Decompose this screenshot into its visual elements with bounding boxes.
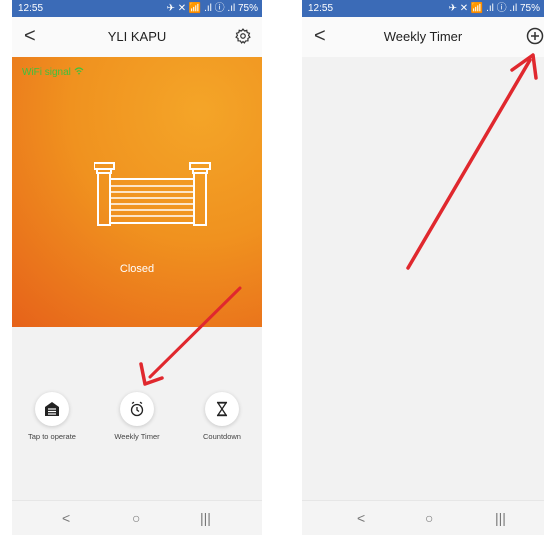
status-icons: ✈ ✕ 📶 .ıl ⓘ .ıl 75%	[166, 3, 258, 14]
countdown-button[interactable]: Countdown	[182, 392, 262, 441]
page-title: Weekly Timer	[383, 29, 463, 44]
gate-status-panel: WiFi signal Closed	[12, 57, 262, 327]
wifi-signal: WiFi signal	[22, 67, 84, 78]
app-bar: < Weekly Timer	[302, 17, 544, 57]
hourglass-icon	[205, 392, 239, 426]
system-nav-bar: < ○ |||	[12, 500, 262, 535]
wifi-label: WiFi signal	[22, 67, 71, 78]
status-time: 12:55	[18, 3, 44, 14]
status-icons: ✈ ✕ 📶 .ıl ⓘ .ıl 75%	[448, 3, 540, 14]
status-bar: 12:55 ✈ ✕ 📶 .ıl ⓘ .ıl 75%	[12, 0, 262, 17]
weekly-timer-button[interactable]: Weekly Timer	[97, 392, 177, 441]
page-title: YLI KAPU	[107, 29, 167, 44]
gate-state-label: Closed	[119, 263, 155, 275]
gear-icon[interactable]	[234, 27, 252, 50]
nav-recents-button[interactable]: |||	[200, 501, 211, 535]
add-timer-button[interactable]	[526, 27, 544, 50]
right-screen: 12:55 ✈ ✕ 📶 .ıl ⓘ .ıl 75% < Weekly Timer…	[302, 0, 544, 535]
system-nav-bar: < ○ |||	[302, 500, 544, 535]
plus-circle-icon	[526, 27, 544, 45]
nav-back-button[interactable]: <	[62, 501, 70, 535]
status-bar: 12:55 ✈ ✕ 📶 .ıl ⓘ .ıl 75%	[302, 0, 544, 17]
nav-home-button[interactable]: ○	[425, 501, 433, 535]
tap-to-operate-label: Tap to operate	[28, 432, 76, 441]
nav-recents-button[interactable]: |||	[495, 501, 506, 535]
gate-icon	[93, 157, 212, 227]
countdown-label: Countdown	[203, 432, 241, 441]
wifi-icon	[74, 67, 84, 78]
left-screen: 12:55 ✈ ✕ 📶 .ıl ⓘ .ıl 75% < YLI KAPU WiF…	[12, 0, 262, 535]
clock-icon	[120, 392, 154, 426]
garage-icon	[35, 392, 69, 426]
tap-to-operate-button[interactable]: Tap to operate	[12, 392, 92, 441]
app-bar: < YLI KAPU	[12, 17, 262, 57]
status-time: 12:55	[308, 3, 334, 14]
nav-back-button[interactable]: <	[357, 501, 365, 535]
nav-home-button[interactable]: ○	[132, 501, 140, 535]
weekly-timer-label: Weekly Timer	[114, 432, 160, 441]
